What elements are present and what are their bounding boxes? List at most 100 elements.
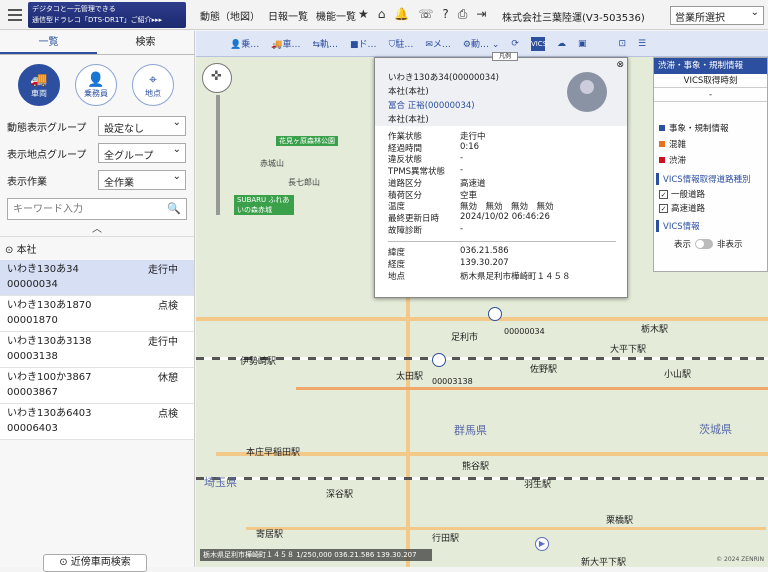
bell-icon[interactable]: 🔔 — [394, 7, 409, 22]
help-icon[interactable]: ? — [442, 7, 448, 22]
railway — [196, 477, 768, 480]
home-icon[interactable]: ⌂ — [378, 7, 386, 22]
sidebar: 一覧 検索 🚚車両 👤乗務員 ⌖地点 動態表示グループ設定なし 表示地点グループ… — [0, 31, 195, 572]
map-station: 行田駅 — [432, 534, 460, 544]
print-icon[interactable]: ⎙ — [458, 7, 468, 22]
tool-driver[interactable]: 👤乗… — [230, 37, 259, 50]
popup-driver[interactable]: 冨合 正裕(00000034) — [388, 99, 475, 111]
collapse-caret-icon[interactable]: ︿ — [0, 220, 194, 236]
check-highway[interactable]: ✓ 高速道路 — [654, 201, 767, 215]
office-select[interactable]: 営業所選択 — [670, 6, 764, 25]
filter-select-group[interactable]: 設定なし — [98, 116, 186, 136]
nav-map[interactable]: 動態（地図） — [200, 8, 260, 23]
popup-location-value: 栃木県足利市樺崎町１４５８ — [460, 272, 571, 282]
close-icon[interactable]: ⊗ — [616, 60, 624, 70]
vehicle-list-item[interactable]: いわき100か3867 00003867 休憩 — [0, 368, 194, 404]
vehicle-id: 00003138 — [7, 351, 58, 362]
road — [196, 317, 768, 321]
weather-icon[interactable]: ☁ — [557, 39, 566, 49]
tab-search[interactable]: 検索 — [97, 31, 194, 54]
pan-control[interactable] — [202, 63, 232, 93]
legend-tab[interactable]: 凡例 — [492, 52, 518, 61]
popup-location-field: 経度 139.30.207 — [388, 258, 509, 270]
group-header[interactable]: ⊙ 本社 — [0, 236, 194, 260]
map-station: 栗橋駅 — [606, 516, 634, 526]
vics-button[interactable]: VICS — [530, 36, 547, 51]
popup-field-value: - — [460, 223, 464, 234]
popup-field-value: - — [460, 165, 464, 176]
banner-line2: 通信型ドラレコ「DTS-DR1T」ご紹介▸▸▸ — [32, 16, 163, 24]
vehicle-list-item[interactable]: いわき130あ1870 00001870 点検 — [0, 296, 194, 332]
filter-select-work[interactable]: 全作業 — [98, 170, 186, 190]
popup-field-value: 高速道 — [460, 178, 486, 189]
mode-point[interactable]: ⌖ 地点 — [132, 64, 174, 106]
refresh-icon[interactable]: ⟳ — [511, 39, 519, 49]
popup-location-key: 経度 — [388, 260, 406, 270]
popup-field-value: 2024/10/02 06:46:26 — [460, 211, 550, 222]
map-station: 足利市 — [451, 333, 479, 343]
popup-field-key: 故障診断 — [388, 225, 423, 236]
vehicle-list-item[interactable]: いわき130あ3138 00003138 走行中 — [0, 332, 194, 368]
map-station: 大平下駅 — [610, 345, 647, 355]
play-icon[interactable]: ▶ — [535, 537, 549, 551]
tool-dr[interactable]: ■ド… — [350, 37, 377, 50]
zoom-slider[interactable] — [216, 95, 220, 215]
keyword-input[interactable] — [8, 199, 158, 219]
map-station: 熊谷駅 — [462, 462, 490, 472]
tool-dr-label: ド… — [358, 40, 377, 50]
popup-field: 経過時間 0:16 — [388, 142, 479, 154]
group-name: 本社 — [16, 245, 37, 256]
map-pref: 茨城県 — [699, 423, 732, 436]
hamburger-menu-icon[interactable] — [5, 5, 25, 25]
popup-field-key: 温度 — [388, 202, 406, 213]
legend-swatch — [659, 141, 665, 147]
panel-icon[interactable]: ☰ — [638, 39, 646, 49]
fullscreen-icon[interactable]: ⊡ — [618, 39, 626, 49]
tab-list[interactable]: 一覧 — [0, 31, 97, 54]
tool-mail[interactable]: ✉メ… — [425, 37, 451, 50]
vehicle-marker[interactable] — [488, 307, 502, 321]
tool-parking[interactable]: ⛉駐… — [389, 37, 414, 50]
logout-icon[interactable]: ⇥ — [476, 7, 486, 22]
search-icon[interactable]: 🔍 — [167, 202, 181, 215]
popup-field-value: - — [460, 153, 464, 164]
map-station: 佐野駅 — [530, 365, 558, 375]
map-statusbar: 栃木県足利市樺崎町１４５８ 1/250,000 036.21.586 139.3… — [200, 549, 432, 561]
phone-icon[interactable]: ☏ — [418, 7, 433, 22]
legend-swatch — [659, 157, 665, 163]
road — [296, 387, 768, 390]
filter-select-point[interactable]: 全グループ — [98, 143, 186, 163]
company-name: 株式会社三葉陸運(V3-503536) — [502, 13, 645, 24]
filter-label-group: 動態表示グループ — [7, 123, 87, 134]
vics-toggle[interactable]: 表示 非表示 — [654, 234, 767, 254]
mode-vehicle[interactable]: 🚚 車両 — [18, 64, 60, 106]
popup-location-field: 緯度 036.21.586 — [388, 246, 509, 258]
nav-daily-report[interactable]: 日報一覧 — [268, 8, 308, 23]
mode-driver[interactable]: 👤 乗務員 — [75, 64, 117, 106]
tool-track[interactable]: ⇆軌… — [312, 37, 338, 50]
top-bar: デジタコと一元管理できる 通信型ドラレコ「DTS-DR1T」ご紹介▸▸▸ 動態（… — [0, 0, 768, 30]
top-icons: ★ ⌂ 🔔 ☏ ? ⎙ ⇥ — [358, 7, 486, 22]
promo-banner[interactable]: デジタコと一元管理できる 通信型ドラレコ「DTS-DR1T」ご紹介▸▸▸ — [28, 2, 186, 28]
popup-field: TPMS異常状態 - — [388, 165, 463, 177]
road — [246, 527, 766, 530]
vehicle-info-popup: 凡例 ⊗ いわき130あ34(00000034) 本社(本社) 冨合 正裕(00… — [374, 52, 628, 298]
map-station: 小山駅 — [664, 370, 692, 380]
vics-info-heading: VICS情報 — [656, 220, 767, 232]
vehicle-list-item[interactable]: いわき130あ6403 00006403 点検 — [0, 404, 194, 440]
tool-motion[interactable]: ⚙動… ⌄ — [463, 37, 500, 50]
star-icon[interactable]: ★ — [358, 7, 369, 22]
map-station: 深谷駅 — [326, 490, 354, 500]
nav-functions[interactable]: 機能一覧 — [316, 8, 356, 23]
nearby-search-button[interactable]: ⊙ 近傍車両検索 — [43, 554, 147, 572]
vehicle-status: 走行中 — [148, 337, 178, 348]
layers-icon[interactable]: ▣ — [578, 39, 587, 49]
map-pref: 埼玉県 — [204, 476, 237, 489]
vehicle-marker[interactable] — [432, 353, 446, 367]
popup-location-value: 139.30.207 — [460, 258, 509, 268]
check-general-road[interactable]: ✓ 一般道路 — [654, 187, 767, 201]
vehicle-list-item[interactable]: いわき130あ34 00000034 走行中 — [0, 260, 194, 296]
tool-vehicle[interactable]: 🚚車… — [271, 37, 300, 50]
toggle-switch[interactable] — [695, 239, 714, 249]
railway — [196, 357, 768, 360]
